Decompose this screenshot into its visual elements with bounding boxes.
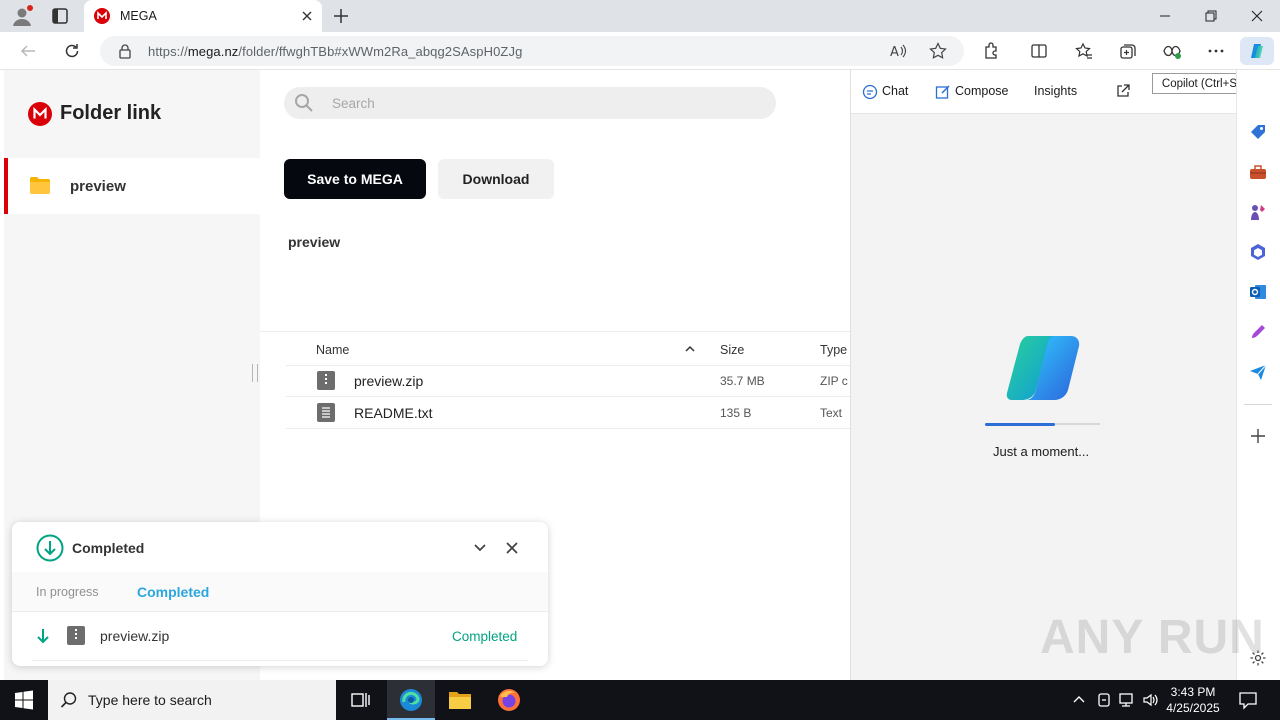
file-type: Text: [820, 406, 843, 420]
search-icon: [294, 93, 314, 113]
refresh-icon[interactable]: [58, 38, 86, 64]
close-panel-icon[interactable]: [504, 540, 520, 556]
outlook-icon[interactable]: [1249, 283, 1267, 301]
url-path: /folder/ffwghTBb#xWWm2Ra_abqg2SAspH0ZJg: [238, 44, 523, 59]
designer-icon[interactable]: [1249, 323, 1267, 341]
tab-actions-icon[interactable]: [50, 6, 70, 26]
watermark-text: ANY RUN: [1040, 611, 1265, 664]
mega-favicon-icon: [94, 8, 110, 24]
windows-start-icon[interactable]: [14, 690, 34, 710]
column-header-size[interactable]: Size: [720, 343, 744, 357]
transfer-item-status: Completed: [452, 629, 518, 644]
download-button[interactable]: Download: [438, 159, 554, 199]
favorite-star-icon[interactable]: [924, 38, 952, 64]
divider: [260, 331, 850, 332]
open-in-new-icon[interactable]: [1116, 84, 1130, 98]
column-header-name[interactable]: Name: [316, 343, 349, 357]
url-text[interactable]: https://mega.nz/folder/ffwghTBb#xWWm2Ra_…: [148, 44, 522, 59]
more-options-icon[interactable]: [1202, 38, 1230, 64]
file-name: preview.zip: [354, 373, 424, 389]
close-window-icon[interactable]: [1234, 0, 1280, 32]
loading-progress-bar: [985, 423, 1055, 426]
url-prefix: https://: [148, 44, 188, 59]
transfer-item-name: preview.zip: [100, 628, 170, 644]
copilot-toolbar-button[interactable]: [1240, 37, 1274, 65]
mega-logo-icon[interactable]: [28, 102, 52, 126]
transfer-panel-title: Completed: [72, 540, 145, 556]
copilot-tab-insights[interactable]: Insights: [1034, 84, 1077, 98]
tab-completed[interactable]: Completed: [137, 584, 209, 600]
back-icon[interactable]: [14, 38, 42, 64]
profile-icon[interactable]: [10, 4, 34, 28]
task-view-icon[interactable]: [350, 690, 370, 710]
file-size: 135 B: [720, 406, 752, 420]
divider: [286, 428, 850, 429]
sidebar-resize-handle[interactable]: [252, 364, 258, 382]
file-size: 35.7 MB: [720, 374, 765, 388]
minimize-icon[interactable]: [1142, 0, 1188, 32]
browser-essentials-icon[interactable]: [1158, 38, 1186, 64]
games-icon[interactable]: [1249, 203, 1267, 221]
clock-time: 3:43 PM: [1170, 685, 1216, 699]
read-aloud-icon[interactable]: A: [884, 38, 912, 64]
taskbar-search-placeholder: Type here to search: [88, 692, 212, 708]
edge-icon: [399, 688, 423, 712]
lock-icon[interactable]: [118, 43, 132, 59]
loading-text: Just a moment...: [993, 444, 1090, 459]
folder-title: preview: [288, 234, 341, 250]
sidebar-item-label: preview: [70, 178, 126, 195]
divider: [32, 660, 528, 661]
folder-icon: [30, 177, 50, 194]
tab-title: MEGA: [120, 9, 157, 23]
shopping-tag-icon[interactable]: [1249, 123, 1267, 141]
save-to-mega-button[interactable]: Save to MEGA: [284, 159, 426, 199]
sort-ascending-icon[interactable]: [684, 344, 696, 354]
chat-icon: [862, 84, 878, 100]
close-tab-icon[interactable]: [300, 9, 314, 23]
tab-in-progress[interactable]: In progress: [36, 585, 99, 599]
zip-file-icon: [317, 371, 335, 390]
file-type: ZIP c: [820, 374, 848, 388]
divider: [12, 611, 548, 612]
collections-icon[interactable]: [1114, 38, 1142, 64]
device-icon[interactable]: [1096, 692, 1112, 708]
copilot-icon: [1251, 44, 1263, 58]
zip-file-icon: [67, 626, 85, 645]
url-host: mega.nz: [187, 44, 239, 59]
send-icon[interactable]: [1249, 363, 1267, 381]
microsoft-365-icon[interactable]: [1249, 243, 1267, 261]
favorites-icon[interactable]: [1070, 38, 1098, 64]
column-header-type[interactable]: Type: [820, 343, 847, 357]
copilot-tab-chat[interactable]: Chat: [882, 84, 908, 98]
taskbar-clock[interactable]: 3:43 PM 4/25/2025: [1160, 684, 1226, 716]
copilot-logo-icon: [1006, 334, 1080, 402]
compose-icon: [935, 84, 951, 100]
add-icon[interactable]: [1250, 428, 1266, 444]
svg-text:A: A: [890, 45, 899, 60]
split-screen-icon[interactable]: [1025, 38, 1053, 64]
show-hidden-icons-icon[interactable]: [1072, 693, 1086, 707]
file-name: README.txt: [354, 405, 433, 421]
divider: [1244, 404, 1272, 405]
network-icon[interactable]: [1118, 692, 1136, 708]
volume-icon[interactable]: [1142, 692, 1160, 708]
new-tab-icon[interactable]: [332, 7, 350, 25]
brand-title: Folder link: [60, 102, 162, 124]
tools-icon[interactable]: [1249, 163, 1267, 181]
restore-icon[interactable]: [1188, 0, 1234, 32]
extensions-icon[interactable]: [977, 38, 1005, 64]
notification-icon[interactable]: [1238, 690, 1258, 710]
file-explorer-icon[interactable]: [448, 689, 472, 711]
collapse-chevron-icon[interactable]: [472, 541, 488, 555]
firefox-icon[interactable]: [497, 688, 521, 712]
clock-date: 4/25/2025: [1166, 701, 1220, 715]
download-arrow-icon: [36, 628, 50, 644]
search-icon: [60, 691, 78, 709]
completed-download-icon: [36, 534, 64, 562]
text-file-icon: [317, 403, 335, 422]
search-placeholder: Search: [332, 96, 375, 111]
copilot-tab-compose[interactable]: Compose: [955, 84, 1009, 98]
